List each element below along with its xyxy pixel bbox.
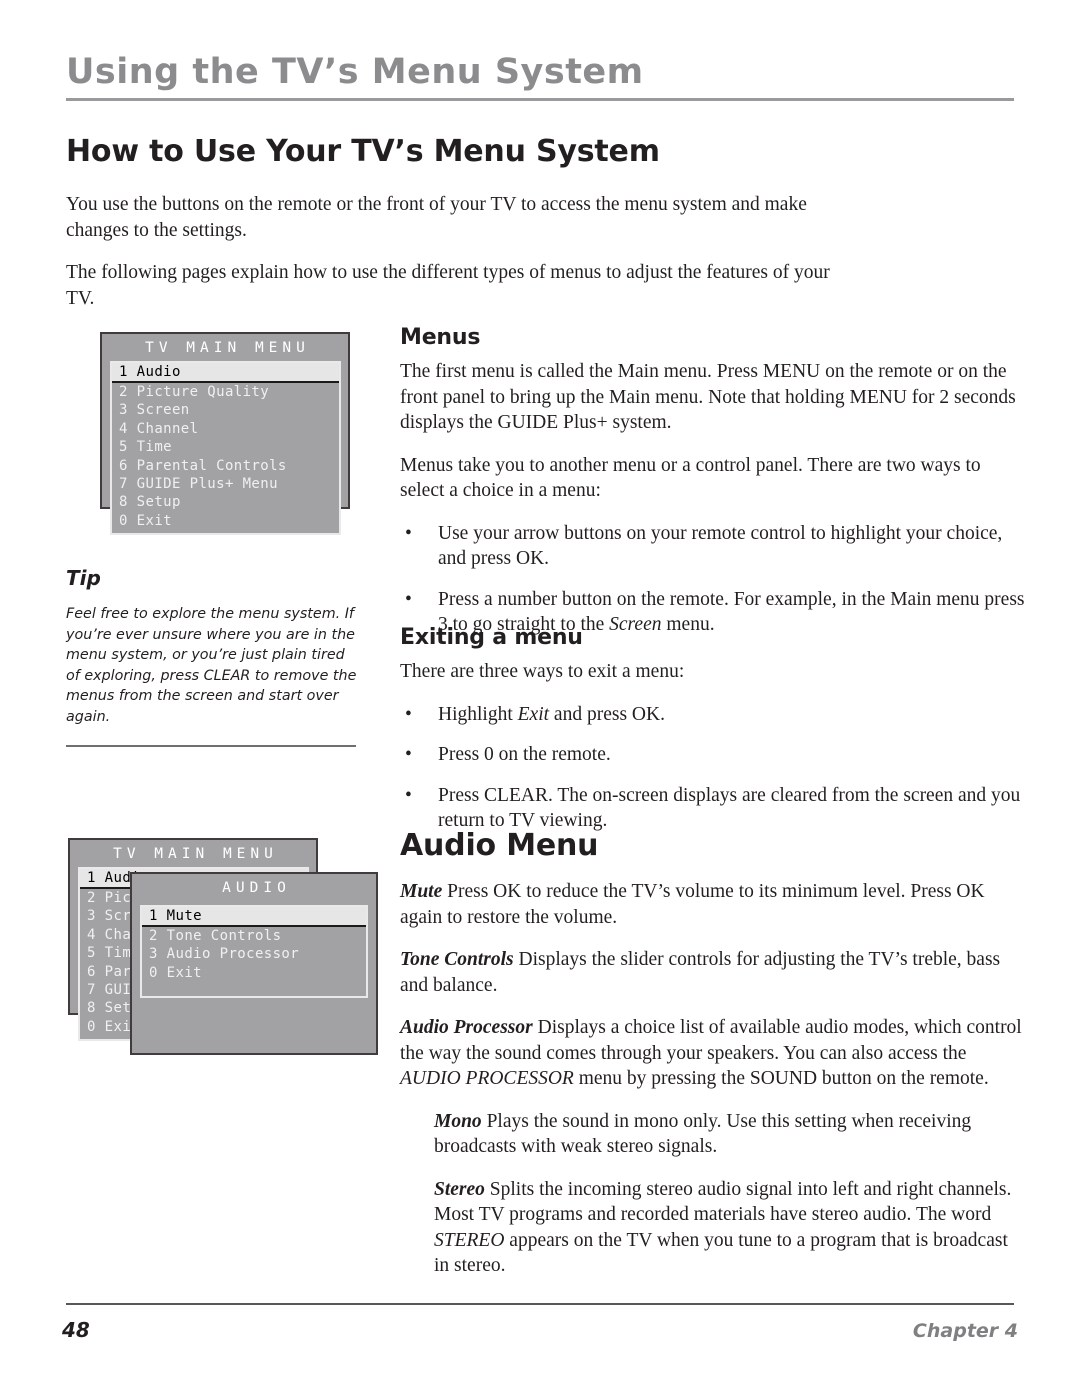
tone-controls-term: Tone Controls [400,949,514,970]
manual-page: Using the TV’s Menu System How to Use Yo… [0,0,1080,1397]
page-number: 48 [62,1318,90,1342]
osd-item-screen[interactable]: 3 Screen [112,401,339,419]
menus-paragraph-2: Menus take you to another menu or a cont… [400,454,981,502]
osd-title: AUDIO [222,880,291,896]
bullet-icon: • [405,744,412,765]
tip-divider [66,745,356,747]
mute-description: Press OK to reduce the TV’s volume to it… [400,881,985,928]
audio-modes-list: Mono Plays the sound in mono only. Use t… [434,1109,1027,1279]
audio-menu-section: Audio Menu Mute Press OK to reduce the T… [400,828,1027,1279]
bullet-icon: • [405,784,412,806]
audio-processor-description-post: menu by pressing the SOUND button on the… [573,1068,989,1089]
mono-term: Mono [434,1110,482,1132]
mute-paragraph: Mute Press OK to reduce the TV’s volume … [400,879,1027,930]
osd-item-setup[interactable]: 8 Setup [112,493,339,511]
audio-processor-menu-name: AUDIO PROCESSOR [400,1068,574,1089]
osd-tv-main-menu-top: TV MAIN MENU 1 Audio 2 Picture Quality 3… [100,332,350,536]
osd-item-audio[interactable]: 1 Audio [112,363,339,383]
menus-paragraph-1: The first menu is called the Main menu. … [400,361,1016,433]
list-item-text-emphasis: Exit [517,703,550,725]
osd-audio-menu: AUDIO 1 Mute 2 Tone Controls 3 Audio Pro… [130,872,378,1055]
bullet-icon: • [405,703,412,725]
menus-bullet-list: • Use your arrow buttons on your remote … [400,521,1027,638]
intro-paragraph-1: You use the buttons on the remote or the… [66,194,807,241]
osd-item-list: 1 Mute 2 Tone Controls 3 Audio Processor… [140,905,368,998]
list-item-text: Press CLEAR. The on-screen displays are … [438,784,1021,832]
bullet-icon: • [405,588,412,610]
tip-box: Tip Feel free to explore the menu system… [66,566,362,747]
tip-title: Tip [66,566,101,590]
exiting-a-menu-section: Exiting a menu There are three ways to e… [400,625,1027,834]
audio-menu-heading: Audio Menu [400,828,599,863]
intro-paragraph-2: The following pages explain how to use t… [66,262,830,309]
exiting-bullet-list: • Highlight Exit and press OK. • Press 0… [400,702,1027,834]
osd-item-parental-controls[interactable]: 6 Parental Controls [112,457,339,475]
stereo-description-post: appears on the TV when you tune to a pro… [434,1229,1008,1277]
osd-item-mute[interactable]: 1 Mute [142,907,366,927]
list-item: • Press 0 on the remote. [400,742,1027,768]
list-item: • Use your arrow buttons on your remote … [400,521,1027,572]
menus-section: Menus The first menu is called the Main … [400,325,1027,638]
list-item-text: Press 0 on the remote. [438,744,611,765]
stereo-indicator-word: STEREO [434,1229,505,1251]
osd-title: TV MAIN MENU [113,846,278,862]
tone-controls-paragraph: Tone Controls Displays the slider contro… [400,947,1027,998]
running-head-title: Using the TV’s Menu System [66,52,644,92]
mono-description: Plays the sound in mono only. Use this s… [434,1110,972,1158]
audio-processor-term: Audio Processor [400,1017,533,1038]
running-head-rule [66,98,1014,102]
list-item-text-post: and press OK. [549,703,665,725]
list-item: • Press CLEAR. The on-screen displays ar… [400,783,1027,834]
osd-item-channel[interactable]: 4 Channel [112,420,339,438]
osd-item-guide-plus-menu[interactable]: 7 GUIDE Plus+ Menu [112,475,339,493]
osd-title: TV MAIN MENU [145,340,310,356]
audio-processor-paragraph: Audio Processor Displays a choice list o… [400,1015,1027,1092]
footer-divider [66,1303,1014,1305]
stereo-description-pre: Splits the incoming stereo audio signal … [434,1178,1012,1226]
list-item-text: Use your arrow buttons on your remote co… [438,522,1003,570]
list-item: • Highlight Exit and press OK. [400,702,1027,728]
chapter-label: Chapter 4 [912,1320,1018,1342]
osd-item-tone-controls[interactable]: 2 Tone Controls [142,927,366,945]
osd-item-time[interactable]: 5 Time [112,438,339,456]
menus-heading: Menus [400,325,481,350]
page-title: How to Use Your TV’s Menu System [66,134,660,169]
osd-item-list: 1 Audio 2 Picture Quality 3 Screen 4 Cha… [110,361,341,536]
osd-item-picture-quality[interactable]: 2 Picture Quality [112,383,339,401]
osd-item-exit[interactable]: 0 Exit [112,512,339,530]
mono-paragraph: Mono Plays the sound in mono only. Use t… [434,1109,1027,1160]
osd-item-audio-processor[interactable]: 3 Audio Processor [142,945,366,963]
running-head: Using the TV’s Menu System [66,52,1014,102]
intro-block: You use the buttons on the remote or the… [66,192,856,311]
stereo-term: Stereo [434,1178,485,1200]
exiting-paragraph-1: There are three ways to exit a menu: [400,661,685,682]
stereo-paragraph: Stereo Splits the incoming stereo audio … [434,1177,1027,1279]
exiting-heading: Exiting a menu [400,625,583,650]
list-item-text-pre: Highlight [438,703,518,725]
bullet-icon: • [405,522,412,544]
osd-item-exit[interactable]: 0 Exit [142,964,366,982]
tip-body: Feel free to explore the menu system. If… [66,606,357,725]
mute-term: Mute [400,881,443,902]
